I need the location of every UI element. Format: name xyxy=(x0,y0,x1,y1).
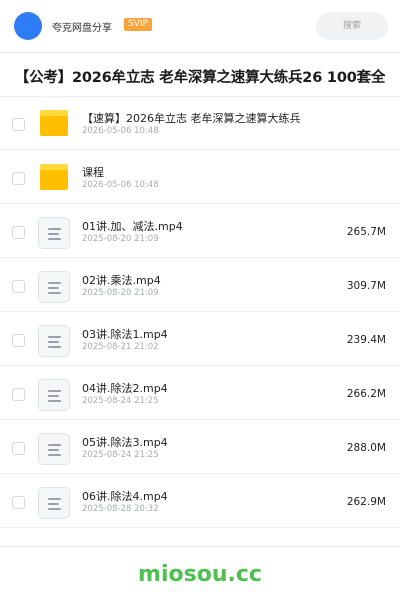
row-checkbox[interactable] xyxy=(12,172,25,185)
row-checkbox[interactable] xyxy=(12,226,25,239)
file-size: 309.7M xyxy=(346,280,386,292)
row-checkbox[interactable] xyxy=(12,388,25,401)
row-checkbox[interactable] xyxy=(12,280,25,293)
file-date: 2025-08-20 21:09 xyxy=(82,234,159,244)
video-file-icon xyxy=(38,325,70,357)
file-row[interactable]: 02讲.乘法.mp4 2025-08-20 21:09 309.7M xyxy=(0,258,400,312)
folder-icon xyxy=(40,164,68,190)
header-divider xyxy=(0,52,400,53)
share-title: 【公考】2026牟立志 老牟深算之速算大练兵26 100套全 xyxy=(14,70,386,86)
file-size: 262.9M xyxy=(346,496,386,508)
file-size: 266.2M xyxy=(346,388,386,400)
file-date: 2026-05-06 10:48 xyxy=(82,180,159,190)
file-size: 265.7M xyxy=(346,226,386,238)
video-file-icon xyxy=(38,271,70,303)
footer-divider xyxy=(0,546,400,547)
file-name[interactable]: 【速算】2026牟立志 老牟深算之速算大练兵 xyxy=(82,110,301,126)
file-date: 2026-05-06 10:48 xyxy=(82,126,159,136)
file-name[interactable]: 02讲.乘法.mp4 xyxy=(82,272,161,288)
header-bar: 夸克网盘分享 SVIP 搜索 xyxy=(0,0,400,52)
avatar[interactable] xyxy=(14,12,42,40)
search-button[interactable]: 搜索 xyxy=(316,12,388,40)
file-date: 2025-08-28 20:32 xyxy=(82,504,159,514)
row-checkbox[interactable] xyxy=(12,334,25,347)
file-row[interactable]: 06讲.除法4.mp4 2025-08-28 20:32 262.9M xyxy=(0,474,400,528)
row-divider xyxy=(0,527,400,528)
svip-badge: SVIP xyxy=(124,18,152,31)
file-row[interactable]: 01讲.加、减法.mp4 2025-08-20 21:09 265.7M xyxy=(0,204,400,258)
file-name[interactable]: 课程 xyxy=(82,164,104,180)
file-size: 239.4M xyxy=(346,334,386,346)
file-name[interactable]: 04讲.除法2.mp4 xyxy=(82,380,168,396)
row-checkbox[interactable] xyxy=(12,496,25,509)
folder-row[interactable]: 课程 2026-05-06 10:48 xyxy=(0,150,400,204)
file-name[interactable]: 03讲.除法1.mp4 xyxy=(82,326,168,342)
file-row[interactable]: 04讲.除法2.mp4 2025-08-24 21:25 266.2M xyxy=(0,366,400,420)
file-date: 2025-08-20 21:09 xyxy=(82,288,159,298)
file-date: 2025-08-21 21:02 xyxy=(82,342,159,352)
row-checkbox[interactable] xyxy=(12,442,25,455)
row-checkbox[interactable] xyxy=(12,118,25,131)
file-name[interactable]: 01讲.加、减法.mp4 xyxy=(82,218,183,234)
folder-row[interactable]: 【速算】2026牟立志 老牟深算之速算大练兵 2026-05-06 10:48 xyxy=(0,96,400,150)
video-file-icon xyxy=(38,217,70,249)
video-file-icon xyxy=(38,379,70,411)
file-name[interactable]: 05讲.除法3.mp4 xyxy=(82,434,168,450)
file-row[interactable]: 03讲.除法1.mp4 2025-08-21 21:02 239.4M xyxy=(0,312,400,366)
file-row[interactable]: 05讲.除法3.mp4 2025-08-24 21:25 288.0M xyxy=(0,420,400,474)
video-file-icon xyxy=(38,433,70,465)
sharer-name[interactable]: 夸克网盘分享 xyxy=(52,19,112,34)
video-file-icon xyxy=(38,487,70,519)
file-size: 288.0M xyxy=(346,442,386,454)
watermark-text: miosou.cc xyxy=(138,562,262,587)
folder-icon xyxy=(40,110,68,136)
file-date: 2025-08-24 21:25 xyxy=(82,396,159,406)
file-date: 2025-08-24 21:25 xyxy=(82,450,159,460)
file-name[interactable]: 06讲.除法4.mp4 xyxy=(82,488,168,504)
